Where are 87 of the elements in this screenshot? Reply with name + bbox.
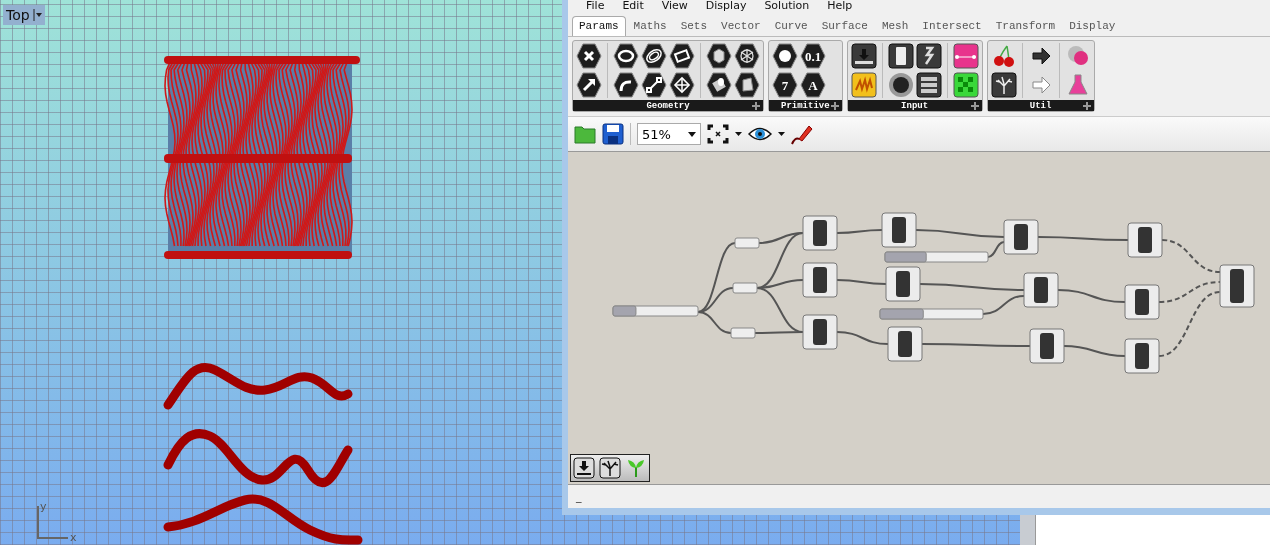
line-segment-icon[interactable] — [641, 72, 667, 98]
plus-icon[interactable] — [830, 101, 839, 110]
menu-item[interactable]: View — [661, 0, 688, 12]
component-node[interactable] — [1023, 272, 1059, 308]
cross-icon[interactable] — [576, 43, 602, 69]
eye-icon[interactable] — [748, 126, 772, 142]
ribbon-tab[interactable]: Mesh — [875, 17, 915, 36]
ribbon-tab[interactable]: Display — [1063, 17, 1122, 36]
component-node[interactable] — [1127, 222, 1163, 258]
component-node[interactable] — [1124, 338, 1160, 374]
list-icon[interactable] — [915, 72, 942, 98]
panel-node[interactable] — [730, 327, 756, 339]
group-label: Primitive — [781, 100, 830, 111]
snowflake-icon[interactable] — [734, 43, 760, 69]
menu-item[interactable]: Edit — [622, 0, 644, 12]
ribbon-tab[interactable]: Vector — [715, 17, 767, 36]
number-slider[interactable] — [879, 308, 984, 320]
gradient-icon[interactable] — [952, 43, 979, 69]
wire — [1161, 239, 1221, 273]
wire — [987, 241, 1005, 258]
component-node[interactable] — [802, 215, 838, 251]
component-node[interactable] — [887, 326, 923, 362]
wire — [982, 295, 1025, 315]
component-node[interactable] — [1124, 284, 1160, 320]
number-icon[interactable]: 7 — [772, 72, 798, 98]
wire — [1063, 345, 1126, 357]
menu-item[interactable]: Solution — [764, 0, 810, 12]
ribbon-tab[interactable]: Sets — [674, 17, 714, 36]
plus-icon[interactable] — [1082, 101, 1091, 110]
menu-item[interactable]: File — [586, 0, 605, 12]
ribbon-tab[interactable]: Intersect — [916, 17, 988, 36]
group-label: Input — [901, 100, 929, 111]
panel-node[interactable] — [732, 282, 758, 294]
download-icon[interactable] — [850, 43, 877, 69]
surface-icon[interactable] — [734, 72, 760, 98]
status-text: _ — [576, 490, 582, 503]
grid-icon[interactable] — [669, 72, 695, 98]
download-icon[interactable] — [573, 457, 595, 479]
component-node[interactable] — [802, 314, 838, 350]
caret-icon — [32, 9, 42, 21]
ribbon-tab[interactable]: Surface — [815, 17, 874, 36]
group-label: Geometry — [646, 100, 690, 111]
axis-icon — [37, 505, 69, 539]
zoom-extents-icon[interactable] — [707, 124, 729, 144]
axis-label: x — [70, 531, 77, 544]
component-node[interactable] — [1003, 219, 1039, 255]
ribbon-tab[interactable]: Curve — [768, 17, 814, 36]
folder-icon[interactable] — [574, 124, 596, 144]
save-icon[interactable] — [602, 123, 624, 145]
component-node[interactable] — [1219, 264, 1255, 308]
knob-icon[interactable] — [887, 72, 914, 98]
caret-icon[interactable] — [778, 132, 785, 136]
component-node[interactable] — [802, 262, 838, 298]
spiral-icon[interactable] — [641, 43, 667, 69]
viewport-dropdown[interactable]: Top — [3, 5, 45, 25]
arrow-icon[interactable] — [576, 72, 602, 98]
checker-icon[interactable] — [952, 72, 979, 98]
tree-icon[interactable] — [990, 72, 1017, 98]
plus-icon[interactable] — [970, 101, 979, 110]
number-slider[interactable] — [612, 305, 699, 317]
letter-icon[interactable]: A — [800, 72, 826, 98]
arc-icon[interactable] — [613, 72, 639, 98]
ribbon-tab[interactable]: Maths — [627, 17, 673, 36]
component-node[interactable] — [885, 266, 921, 302]
wire — [836, 331, 889, 345]
wire — [1057, 289, 1126, 303]
caret-icon[interactable] — [735, 132, 742, 136]
component-node[interactable] — [881, 212, 917, 248]
plus-icon[interactable] — [752, 101, 760, 110]
group-label: Util — [1029, 100, 1052, 111]
panel-node[interactable] — [734, 237, 760, 249]
ribbon-tab[interactable]: Params — [572, 16, 626, 36]
caret-icon — [688, 131, 696, 137]
wire — [836, 229, 883, 234]
menu-item[interactable]: Help — [827, 0, 853, 12]
ribbon-tab[interactable]: Transform — [989, 17, 1062, 36]
axis-label: y — [40, 500, 47, 513]
component-node[interactable] — [1029, 328, 1065, 364]
number-slider[interactable] — [884, 251, 989, 263]
wire — [836, 279, 887, 285]
zigzag-icon[interactable] — [850, 72, 877, 98]
number-icon[interactable]: 0.1 — [800, 43, 826, 69]
tree-icon[interactable] — [599, 457, 621, 479]
pen-icon[interactable] — [791, 123, 813, 145]
toggle-icon[interactable] — [887, 43, 914, 69]
menu-item[interactable]: Display — [705, 0, 747, 12]
zoom-dropdown[interactable]: 51% — [637, 123, 701, 145]
